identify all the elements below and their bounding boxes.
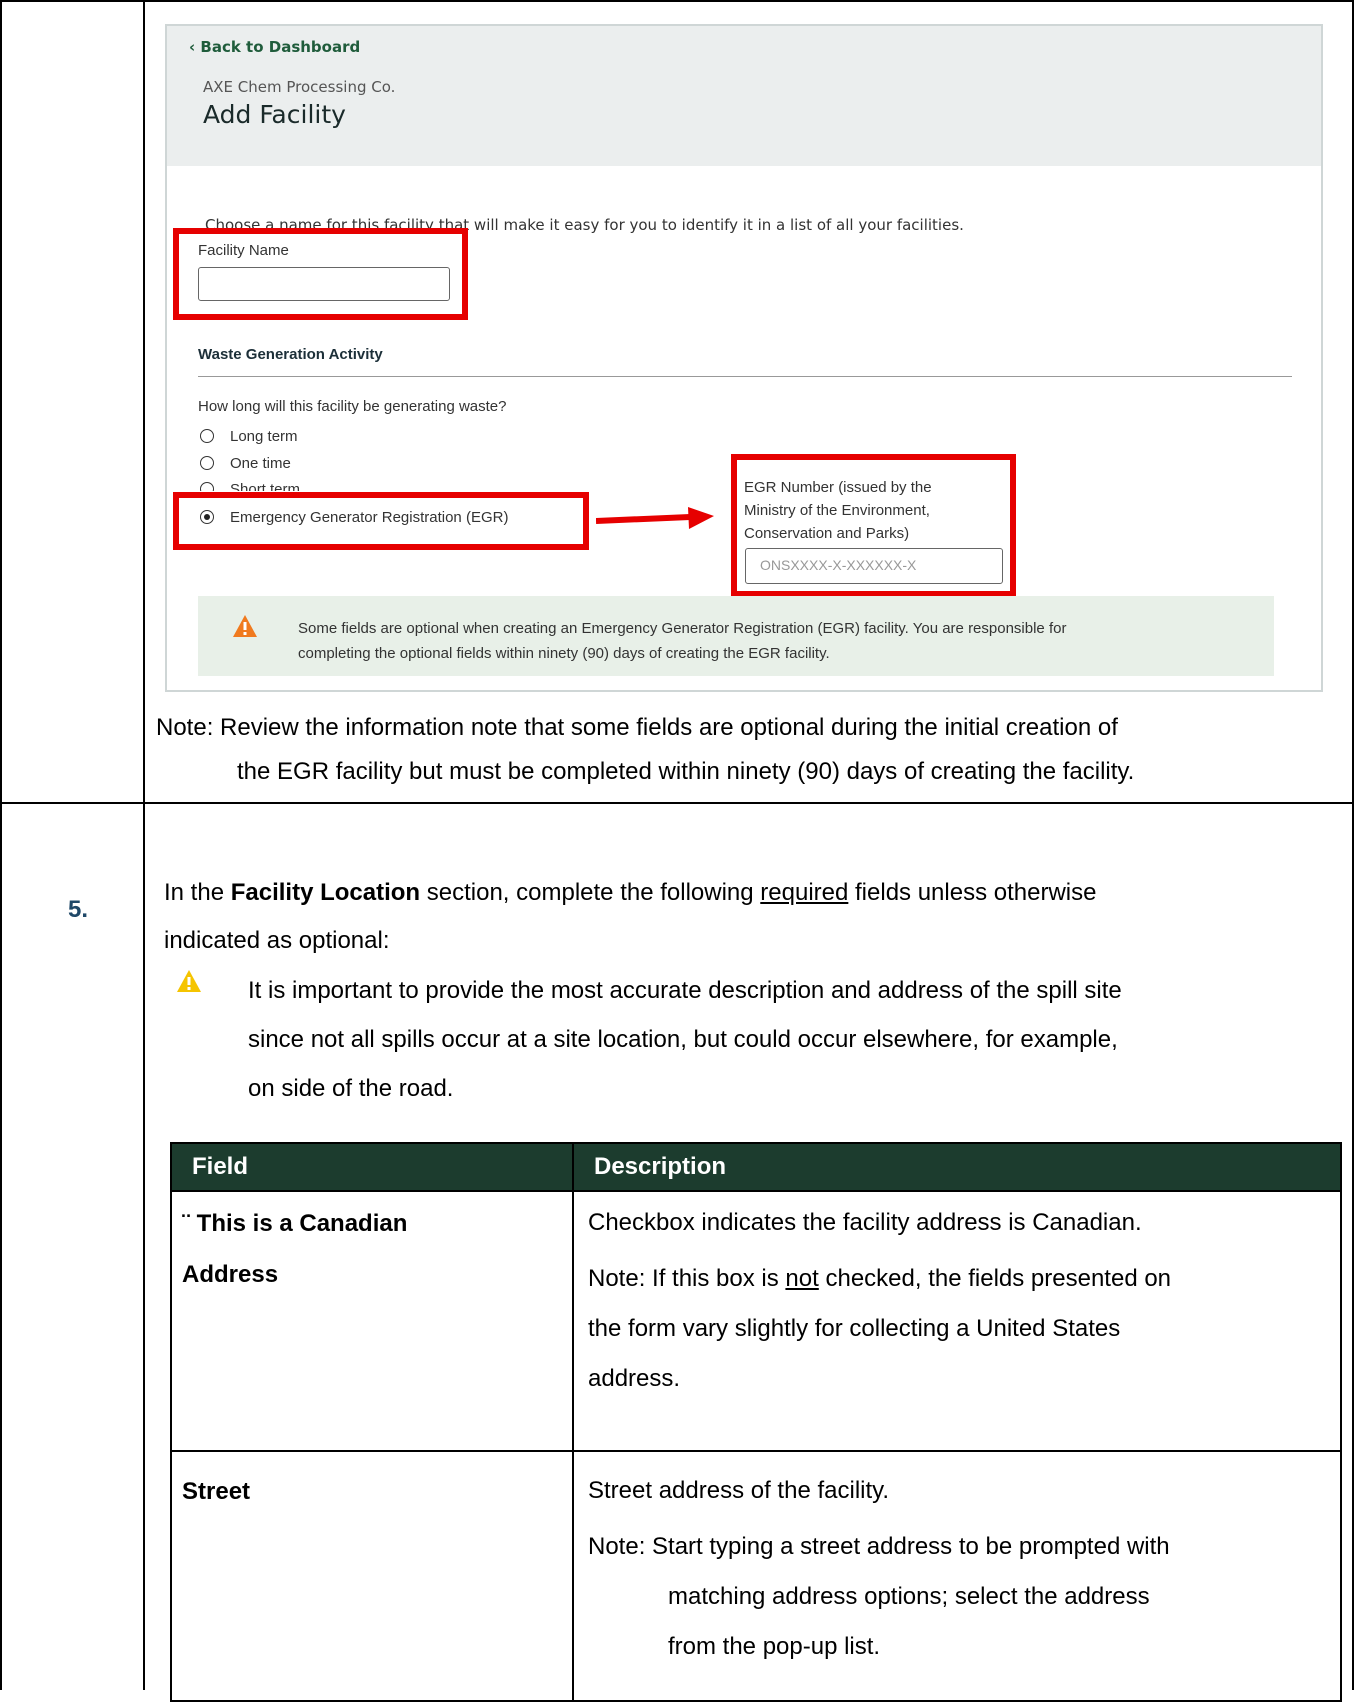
doc-border-top xyxy=(0,0,1354,2)
header-field: Field xyxy=(170,1142,574,1192)
option-short-term[interactable]: Short term xyxy=(200,481,300,491)
option-one-time[interactable]: One time xyxy=(200,455,291,472)
note-line-1: Note: Review the information note that s… xyxy=(156,714,1118,741)
table-row: Street Street address of the facility. N… xyxy=(170,1450,1342,1702)
description-cell: Street address of the facility. Note: St… xyxy=(572,1450,1342,1702)
header-description: Description xyxy=(572,1142,1342,1192)
field-cell: Street xyxy=(170,1450,574,1702)
description-note: Note: Start typing a street address to b… xyxy=(588,1533,1170,1660)
table-row: ¨ This is a Canadian Address Checkbox in… xyxy=(170,1190,1342,1452)
radio-icon xyxy=(200,482,214,491)
step-number: 5. xyxy=(68,896,89,923)
radio-icon xyxy=(200,456,214,470)
waste-generation-title: Waste Generation Activity xyxy=(198,346,383,363)
arrow-right-icon xyxy=(596,507,714,529)
page-title: Add Facility xyxy=(203,100,346,129)
radio-icon xyxy=(200,429,214,443)
field-cell: ¨ This is a Canadian Address xyxy=(170,1190,574,1452)
warning-line-2: since not all spills occur at a site loc… xyxy=(248,1026,1118,1053)
field-table: Field Description ¨ This is a Canadian A… xyxy=(170,1142,1342,1702)
warning-line-3: on side of the road. xyxy=(248,1075,454,1102)
back-to-dashboard-link[interactable]: ‹ Back to Dashboard xyxy=(189,38,360,56)
warning-line-1: It is important to provide the most accu… xyxy=(248,977,1122,1004)
doc-row-divider xyxy=(0,802,1354,804)
step-intro: In the Facility Location section, comple… xyxy=(164,879,1097,906)
company-name: AXE Chem Processing Co. xyxy=(203,78,396,96)
screenshot-header: ‹ Back to Dashboard AXE Chem Processing … xyxy=(167,26,1321,166)
description-cell: Checkbox indicates the facility address … xyxy=(572,1190,1342,1452)
option-long-term[interactable]: Long term xyxy=(200,428,298,445)
step-intro-line-2: indicated as optional: xyxy=(164,927,390,954)
description-note: Note: If this box is not checked, the fi… xyxy=(588,1265,1172,1392)
note-line-2: the EGR facility but must be completed w… xyxy=(237,758,1135,785)
doc-border-left xyxy=(0,0,2,1690)
field-name: ¨ This is a Canadian Address xyxy=(182,1210,408,1288)
description-text: Street address of the facility. xyxy=(588,1477,890,1504)
egr-notice: Some fields are optional when creating a… xyxy=(198,596,1274,676)
table-header-row: Field Description xyxy=(170,1142,1342,1192)
section-rule xyxy=(198,376,1292,377)
facility-name-highlight xyxy=(173,228,468,320)
egr-number-highlight xyxy=(731,454,1016,597)
doc-border-divider xyxy=(143,0,145,1690)
waste-duration-question: How long will this facility be generatin… xyxy=(198,398,507,415)
warning-icon xyxy=(233,615,257,637)
egr-option-highlight xyxy=(173,492,589,550)
warning-icon xyxy=(177,970,201,992)
notice-text: Some fields are optional when creating a… xyxy=(298,620,1067,662)
description-text: Checkbox indicates the facility address … xyxy=(588,1209,1142,1236)
field-name: Street xyxy=(182,1478,251,1505)
